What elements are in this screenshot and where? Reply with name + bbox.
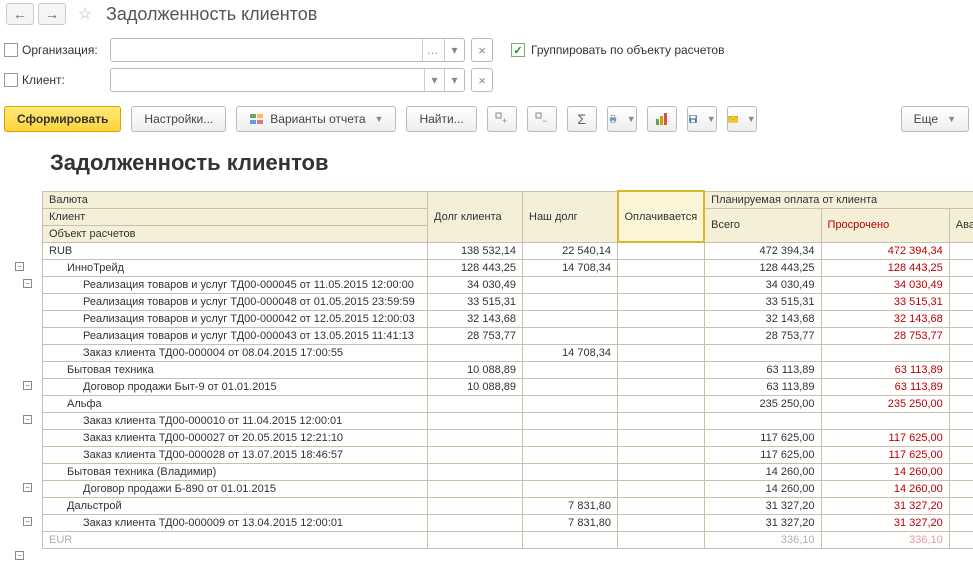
- tree-toggle[interactable]: −: [23, 279, 32, 288]
- save-icon: [688, 111, 698, 127]
- expand-icon: +: [494, 111, 510, 127]
- mail-icon: [728, 111, 738, 127]
- checkmark-icon: ✓: [511, 43, 525, 57]
- form-button[interactable]: Сформировать: [4, 106, 121, 132]
- report-table: Валюта Долг клиента Наш долг Оплачиваетс…: [42, 190, 973, 549]
- org-input[interactable]: … ▾: [110, 38, 465, 62]
- table-row[interactable]: Заказ клиента ТД00-000010 от 11.04.2015 …: [43, 412, 973, 429]
- org-checkbox[interactable]: [4, 43, 18, 57]
- table-row[interactable]: Заказ клиента ТД00-000027 от 20.05.2015 …: [43, 429, 973, 446]
- client-checkbox[interactable]: [4, 73, 18, 87]
- collapse-icon: −: [534, 111, 550, 127]
- table-row[interactable]: Реализация товаров и услуг ТД00-000048 о…: [43, 293, 973, 310]
- table-row[interactable]: Заказ клиента ТД00-000004 от 08.04.2015 …: [43, 344, 973, 361]
- col-overdue[interactable]: Просрочено: [821, 208, 949, 242]
- email-button[interactable]: ▼: [727, 106, 757, 132]
- org-clear-button[interactable]: ×: [471, 38, 493, 62]
- print-button[interactable]: ▼: [607, 106, 637, 132]
- print-icon: [608, 111, 618, 127]
- col-paying[interactable]: Оплачивается: [618, 191, 705, 242]
- collapse-all-button[interactable]: −: [527, 106, 557, 132]
- settings-button[interactable]: Настройки...: [131, 106, 226, 132]
- table-row[interactable]: Бытовая техника (Владимир)14 260,0014 26…: [43, 463, 973, 480]
- expand-all-button[interactable]: +: [487, 106, 517, 132]
- table-row[interactable]: Договор продажи Б-890 от 01.01.201514 26…: [43, 480, 973, 497]
- col-currency[interactable]: Валюта: [43, 191, 428, 208]
- save-button[interactable]: ▼: [687, 106, 717, 132]
- client-input[interactable]: ▾ ▾: [110, 68, 465, 92]
- variants-icon: [249, 111, 265, 127]
- org-dropdown-icon[interactable]: ▾: [444, 39, 464, 61]
- col-client[interactable]: Клиент: [43, 208, 428, 225]
- chart-button[interactable]: [647, 106, 677, 132]
- org-filter-label: Организация:: [4, 43, 104, 57]
- page-title: Задолженность клиентов: [106, 4, 317, 25]
- table-row[interactable]: ИнноТрейд128 443,2514 708,34128 443,2512…: [43, 259, 973, 276]
- table-row[interactable]: Реализация товаров и услуг ТД00-000045 о…: [43, 276, 973, 293]
- table-row[interactable]: RUB138 532,1422 540,14472 394,34472 394,…: [43, 242, 973, 259]
- find-button[interactable]: Найти...: [406, 106, 476, 132]
- tree-toggle[interactable]: −: [23, 483, 32, 492]
- table-row[interactable]: Договор продажи Быт-9 от 01.01.201510 08…: [43, 378, 973, 395]
- table-row[interactable]: Альфа235 250,00235 250,00: [43, 395, 973, 412]
- table-row[interactable]: Реализация товаров и услуг ТД00-000043 о…: [43, 327, 973, 344]
- report-title: Задолженность клиентов: [50, 150, 973, 176]
- table-row[interactable]: Заказ клиента ТД00-000009 от 13.04.2015 …: [43, 514, 973, 531]
- more-button[interactable]: Еще▼: [901, 106, 969, 132]
- star-icon[interactable]: ☆: [74, 3, 96, 25]
- client-clear-inner-icon[interactable]: ▾: [444, 69, 464, 91]
- col-total[interactable]: Всего: [704, 208, 821, 242]
- tree-toggle[interactable]: −: [23, 381, 32, 390]
- table-row[interactable]: Дальстрой7 831,8031 327,2031 327,20: [43, 497, 973, 514]
- col-object[interactable]: Объект расчетов: [43, 225, 428, 242]
- forward-button[interactable]: →: [38, 3, 66, 25]
- col-debt[interactable]: Долг клиента: [428, 191, 523, 242]
- client-filter-label: Клиент:: [4, 73, 104, 87]
- back-button[interactable]: ←: [6, 3, 34, 25]
- sum-button[interactable]: Σ: [567, 106, 597, 132]
- tree-toggle[interactable]: −: [15, 551, 24, 560]
- svg-text:+: +: [502, 116, 507, 126]
- variants-button[interactable]: Варианты отчета▼: [236, 106, 396, 132]
- client-clear-button[interactable]: ×: [471, 68, 493, 92]
- group-checkbox[interactable]: ✓ Группировать по объекту расчетов: [511, 43, 724, 57]
- tree-toggle[interactable]: −: [23, 517, 32, 526]
- table-row[interactable]: EUR336,10336,10: [43, 531, 973, 548]
- client-dropdown-icon[interactable]: ▾: [424, 69, 444, 91]
- col-our-debt[interactable]: Наш долг: [523, 191, 618, 242]
- col-planned[interactable]: Планируемая оплата от клиента: [704, 191, 973, 208]
- table-row[interactable]: Реализация товаров и услуг ТД00-000042 о…: [43, 310, 973, 327]
- tree-toggle[interactable]: −: [15, 262, 24, 271]
- svg-text:−: −: [542, 116, 547, 126]
- table-row[interactable]: Заказ клиента ТД00-000028 от 13.07.2015 …: [43, 446, 973, 463]
- sigma-icon: Σ: [577, 111, 586, 127]
- chart-icon: [654, 111, 670, 127]
- col-advance[interactable]: Аванс обеспе: [949, 208, 973, 242]
- org-select-icon[interactable]: …: [422, 39, 442, 61]
- tree-toggle[interactable]: −: [23, 415, 32, 424]
- table-row[interactable]: Бытовая техника10 088,8963 113,8963 113,…: [43, 361, 973, 378]
